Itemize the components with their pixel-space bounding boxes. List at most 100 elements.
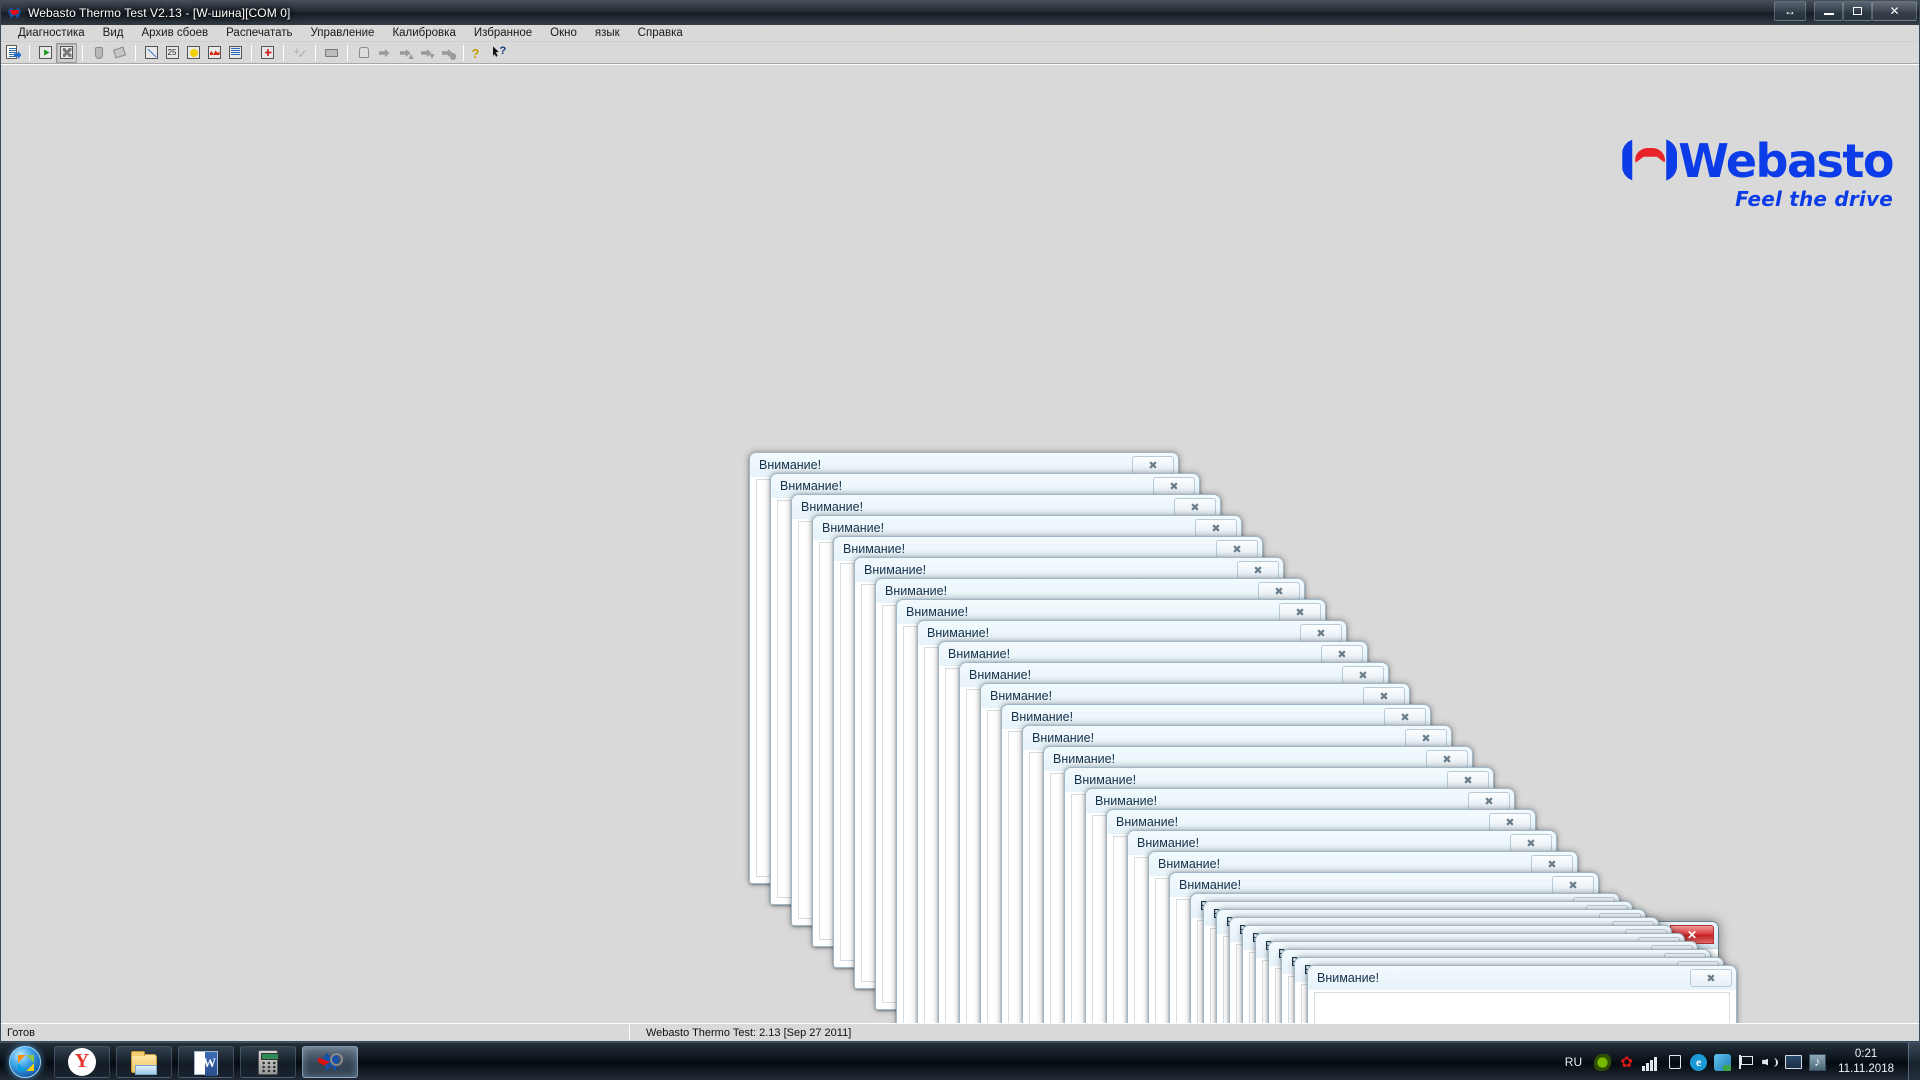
clock[interactable]: 0:21 11.11.2018 [1838, 1047, 1894, 1077]
dialog-close-button[interactable]: ✖ [1405, 729, 1447, 747]
usb-device-icon[interactable] [1666, 1054, 1683, 1071]
clock-time: 0:21 [1854, 1048, 1878, 1060]
help-icon[interactable]: ? [469, 43, 490, 63]
dialog-close-button[interactable]: ✖ [1237, 561, 1279, 579]
display-icon[interactable] [1785, 1055, 1803, 1069]
dialog-titlebar[interactable]: Внимание! ✖ [1308, 966, 1736, 990]
context-help-icon[interactable]: ? [490, 43, 511, 63]
dialog-title: Внимание! [1137, 836, 1200, 850]
taskbar-item-explorer[interactable] [116, 1045, 172, 1078]
menu-upravlenie[interactable]: Управление [302, 25, 384, 42]
refresh-icon[interactable] [35, 43, 56, 63]
signal-bars-icon[interactable] [1642, 1054, 1659, 1071]
error-icon [260, 45, 276, 60]
dialog-close-button[interactable]: ✖ [1195, 519, 1237, 537]
statusbar: Готов Webasto Thermo Test: 2.13 [Sep 27 … [1, 1023, 1919, 1041]
toolbar-separator [82, 44, 83, 61]
hand-icon [356, 45, 372, 60]
toolbar-separator [283, 44, 284, 61]
counter-icon: 25 [165, 45, 181, 60]
show-desktop-button[interactable] [1908, 1043, 1920, 1080]
window-close-button[interactable]: ✕ [1872, 1, 1917, 21]
media-player-icon[interactable] [1809, 1053, 1827, 1071]
toolbar: 25 + ✓?? [1, 42, 1919, 64]
dialog-close-button[interactable]: ✖ [1531, 855, 1573, 873]
chart-icon[interactable] [141, 43, 162, 63]
dialog-close-button[interactable]: ✖ [1153, 477, 1195, 495]
antivirus-shield-icon[interactable] [1714, 1053, 1732, 1071]
window-resize-button[interactable]: ↔ [1774, 1, 1806, 21]
dialog-close-button[interactable]: ✖ [1426, 750, 1468, 768]
new-report-icon[interactable] [3, 43, 24, 63]
menu-arhiv-sboev[interactable]: Архив сбоев [132, 25, 217, 42]
dialog-close-button[interactable]: ✖ [1321, 645, 1363, 663]
taskbar-item-calculator[interactable] [240, 1045, 296, 1078]
calculator-icon [253, 1048, 283, 1076]
menu-kalibrovka[interactable]: Калибровка [383, 25, 464, 42]
windows-orb-icon [9, 1045, 41, 1078]
dialog-close-button[interactable]: ✖ [1363, 687, 1405, 705]
warning-dialog[interactable]: Внимание! ✖ [1307, 965, 1737, 1023]
dialog-close-button[interactable]: ✖ [1258, 582, 1300, 600]
system-tray: RU ✿ e 0:21 11.11.2018 [1565, 1043, 1920, 1080]
dialog-title: Внимание! [780, 479, 843, 493]
dialog-title: Внимание! [1011, 710, 1074, 724]
dialog-close-button[interactable]: ✖ [1174, 498, 1216, 516]
menu-spravka[interactable]: Справка [629, 25, 692, 42]
dialog-close-button[interactable]: ✖ [1690, 969, 1732, 987]
dialog-title: Внимание! [1032, 731, 1095, 745]
desktop: Webasto Thermo Test V2.13 - [W-шина][COM… [0, 0, 1920, 1080]
menu-diagnostika[interactable]: Диагностика [9, 25, 94, 42]
bulb-icon[interactable] [183, 43, 204, 63]
bulb-icon [186, 45, 202, 60]
dialog-title: Внимание! [948, 647, 1011, 661]
tool-icon [91, 45, 107, 60]
error-icon[interactable] [257, 43, 278, 63]
fill-icon [112, 45, 128, 60]
dialog-close-button[interactable]: ✖ [1132, 456, 1174, 474]
menu-yazyk[interactable]: язык [586, 25, 629, 42]
dialog-close-button[interactable]: ✖ [1510, 834, 1552, 852]
menu-vid[interactable]: Вид [94, 25, 133, 42]
arrow-up-icon [395, 43, 416, 63]
dialog-close-button[interactable]: ✖ [1300, 624, 1342, 642]
dialog-close-button[interactable]: ✖ [1489, 813, 1531, 831]
dialog-close-button[interactable]: ✖ [1384, 708, 1426, 726]
toolbar-separator [135, 44, 136, 61]
dialog-close-button[interactable]: ✖ [1447, 771, 1489, 789]
volume-icon[interactable] [1761, 1054, 1779, 1071]
status-left-text: Готов [7, 1026, 35, 1039]
menu-okno[interactable]: Окно [541, 25, 586, 42]
menu-izbrannoe[interactable]: Избранное [465, 25, 541, 42]
window-maximize-button[interactable] [1843, 1, 1872, 21]
dialog-close-button[interactable]: ✖ [1468, 792, 1510, 810]
tray-language-indicator[interactable]: RU [1565, 1055, 1582, 1069]
toolbar-separator [29, 44, 30, 61]
refresh-icon [38, 45, 54, 60]
logo-tagline: Feel the drive [1735, 187, 1893, 211]
dialog-close-button[interactable]: ✖ [1216, 540, 1258, 558]
taskbar-item-word[interactable] [178, 1045, 234, 1078]
add-check-icon: + ✓ [289, 43, 310, 63]
add-check-icon: + ✓ [293, 46, 308, 61]
dialog-close-button[interactable]: ✖ [1342, 666, 1384, 684]
window-titlebar[interactable]: Webasto Thermo Test V2.13 - [W-шина][COM… [1, 0, 1919, 25]
stop-icon[interactable] [56, 42, 77, 63]
taskbar-item-yandex[interactable]: Y [54, 1045, 110, 1078]
browser-icon[interactable]: e [1690, 1053, 1708, 1071]
start-button[interactable] [2, 1045, 48, 1079]
tool-icon [88, 43, 109, 63]
graph-icon[interactable] [204, 43, 225, 63]
taskbar-item-webasto[interactable] [302, 1045, 358, 1078]
menu-raspechatat[interactable]: Распечатать [217, 25, 301, 42]
dialog-title: Внимание! [1116, 815, 1179, 829]
window-minimize-button[interactable] [1814, 1, 1843, 21]
dialog-close-button[interactable]: ✖ [1279, 603, 1321, 621]
counter-icon[interactable]: 25 [162, 43, 183, 63]
amd-catalyst-icon[interactable]: ✿ [1618, 1054, 1635, 1071]
list-icon[interactable] [225, 43, 246, 63]
network-flag-icon[interactable] [1738, 1055, 1754, 1069]
dialog-title: Внимание! [759, 458, 822, 472]
nvidia-icon[interactable] [1594, 1053, 1612, 1071]
dialog-close-button[interactable]: ✖ [1552, 876, 1594, 894]
